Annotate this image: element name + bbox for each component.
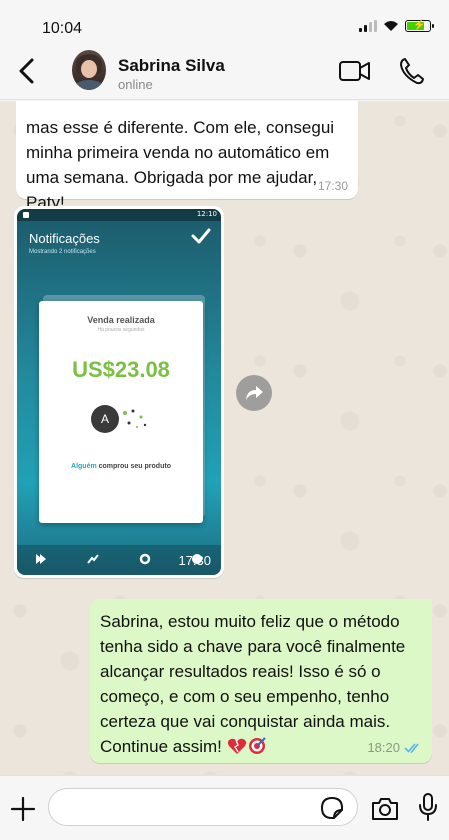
screenshot-status-time: 12:10 [196, 210, 217, 218]
chat-header: Sabrina Silva online [0, 44, 449, 100]
sale-amount: US$23.08 [72, 357, 170, 382]
trend-icon [87, 554, 99, 564]
message-text: Sabrina, estou muito feliz que o método … [100, 612, 406, 756]
message-time: 17:30 [178, 553, 211, 568]
message-text: mas esse é diferente. Com ele, consegui … [26, 118, 335, 212]
chat-area[interactable]: mas esse é diferente. Com ele, consegui … [0, 101, 449, 775]
battery-icon: ⚡ [405, 20, 434, 32]
screenshot-title: Notificações [29, 231, 100, 246]
plus-icon[interactable] [10, 796, 36, 822]
status-icons: ⚡ [359, 20, 434, 32]
card-title: Venda realizada [87, 315, 155, 325]
input-bar [0, 775, 449, 840]
incoming-message[interactable]: mas esse é diferente. Com ele, consegui … [16, 101, 358, 212]
signal-icon [359, 20, 377, 32]
microphone-icon[interactable] [418, 792, 438, 822]
outgoing-message[interactable]: Sabrina, estou muito feliz que o método … [90, 599, 432, 763]
screenshot-status-bar: 12:10 [17, 209, 221, 221]
video-call-icon[interactable] [338, 58, 372, 84]
back-icon[interactable] [14, 56, 40, 86]
status-time: 10:04 [42, 20, 83, 37]
contact-status: online [118, 77, 153, 92]
screenshot-subtitle: Mostrando 2 notificações [29, 249, 96, 255]
settings-icon [139, 553, 151, 565]
card-subtitle: Há poucos segundos [97, 327, 145, 333]
check-icon [191, 228, 211, 244]
sale-card: Venda realizada Há poucos segundos US$23… [39, 301, 203, 523]
screenshot-image[interactable]: 12:10 Notificações Mostrando 2 notificaç… [17, 209, 221, 575]
wifi-icon [384, 21, 398, 31]
heart-icon [227, 738, 246, 754]
camera-icon[interactable] [370, 796, 400, 822]
incoming-image-message[interactable]: 12:10 Notificações Mostrando 2 notificaç… [14, 206, 224, 578]
double-check-icon [404, 742, 419, 753]
message-meta: 18:20 [367, 740, 422, 755]
forward-icon[interactable] [236, 375, 272, 411]
message-time: 17:30 [317, 179, 348, 193]
message-time: 18:20 [367, 740, 400, 755]
status-bar: 10:04 ⚡ [0, 0, 449, 44]
play-icon [36, 554, 46, 564]
avatar[interactable] [72, 50, 106, 90]
sparkle-icon [123, 409, 147, 428]
card-line: Alguém comprou seu produto [71, 463, 171, 470]
buyer-avatar: A [91, 405, 119, 433]
contact-name[interactable]: Sabrina Silva [118, 56, 225, 76]
target-icon [248, 737, 266, 754]
sticker-icon[interactable] [320, 796, 344, 820]
message-input[interactable] [48, 788, 358, 826]
voice-call-icon[interactable] [398, 56, 426, 86]
